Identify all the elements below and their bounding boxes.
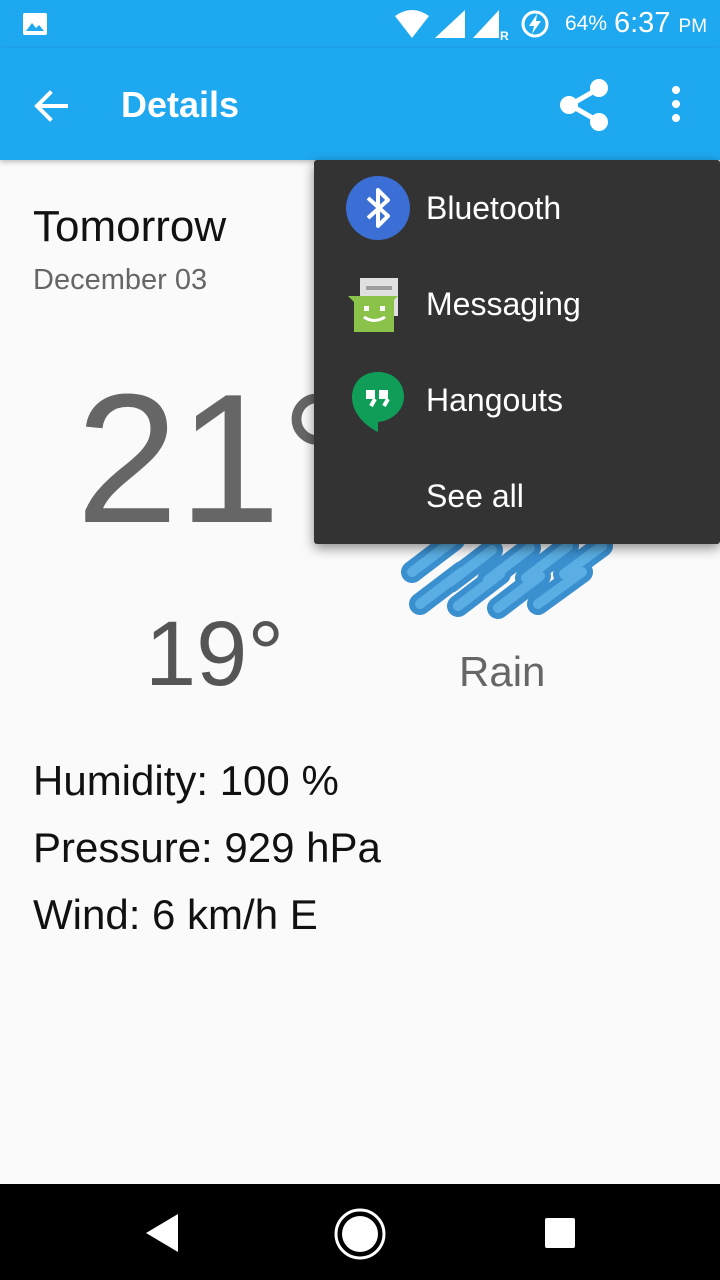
clock-time: 6:37 — [614, 7, 671, 39]
back-triangle-icon[interactable] — [140, 1208, 190, 1258]
wifi-icon — [395, 10, 429, 38]
forecast-day: Tomorrow — [33, 202, 227, 251]
battery-percent: 64% — [565, 12, 608, 35]
low-temperature: 19° — [145, 603, 285, 705]
wind-text: Wind: 6 km/h E — [33, 891, 318, 938]
clock: 6:37 PM — [614, 7, 707, 40]
signal-roaming-icon — [473, 10, 499, 38]
status-icons: R — [395, 10, 549, 42]
humidity-text: Humidity: 100 % — [33, 757, 339, 804]
share-menu: Bluetooth Messaging Hangouts See all — [314, 160, 720, 544]
share-messaging-label: Messaging — [426, 286, 581, 322]
more-vert-icon[interactable] — [656, 78, 696, 130]
bluetooth-icon — [346, 176, 410, 240]
rain-icon — [401, 532, 613, 619]
app-bar: Details — [0, 48, 720, 160]
system-nav-bar — [0, 1184, 720, 1280]
svg-text:R: R — [500, 29, 509, 42]
clock-ampm: PM — [678, 16, 708, 37]
back-arrow-icon[interactable] — [22, 76, 78, 132]
share-hangouts-label: Hangouts — [426, 382, 563, 418]
recents-square-icon[interactable] — [543, 1216, 577, 1250]
signal-icon — [435, 10, 465, 38]
share-bluetooth-label: Bluetooth — [426, 190, 562, 226]
share-messaging[interactable]: Messaging — [314, 256, 720, 352]
share-bluetooth[interactable]: Bluetooth — [314, 160, 720, 256]
image-icon — [23, 13, 47, 35]
weather-condition: Rain — [459, 648, 546, 695]
share-hangouts[interactable]: Hangouts — [314, 352, 720, 448]
share-icon[interactable] — [552, 72, 616, 136]
battery-charging-icon — [521, 10, 549, 38]
share-see-all-label: See all — [426, 478, 524, 514]
high-temperature: 21° — [76, 355, 355, 561]
forecast-date: December 03 — [33, 264, 208, 296]
hangouts-icon — [352, 372, 404, 432]
messaging-icon — [348, 278, 398, 332]
pressure-text: Pressure: 929 hPa — [33, 824, 381, 871]
home-circle-icon[interactable] — [333, 1207, 387, 1261]
status-bar: R 64% 6:37 PM — [0, 0, 720, 48]
share-see-all[interactable]: See all — [314, 448, 720, 544]
page-title: Details — [121, 84, 240, 125]
